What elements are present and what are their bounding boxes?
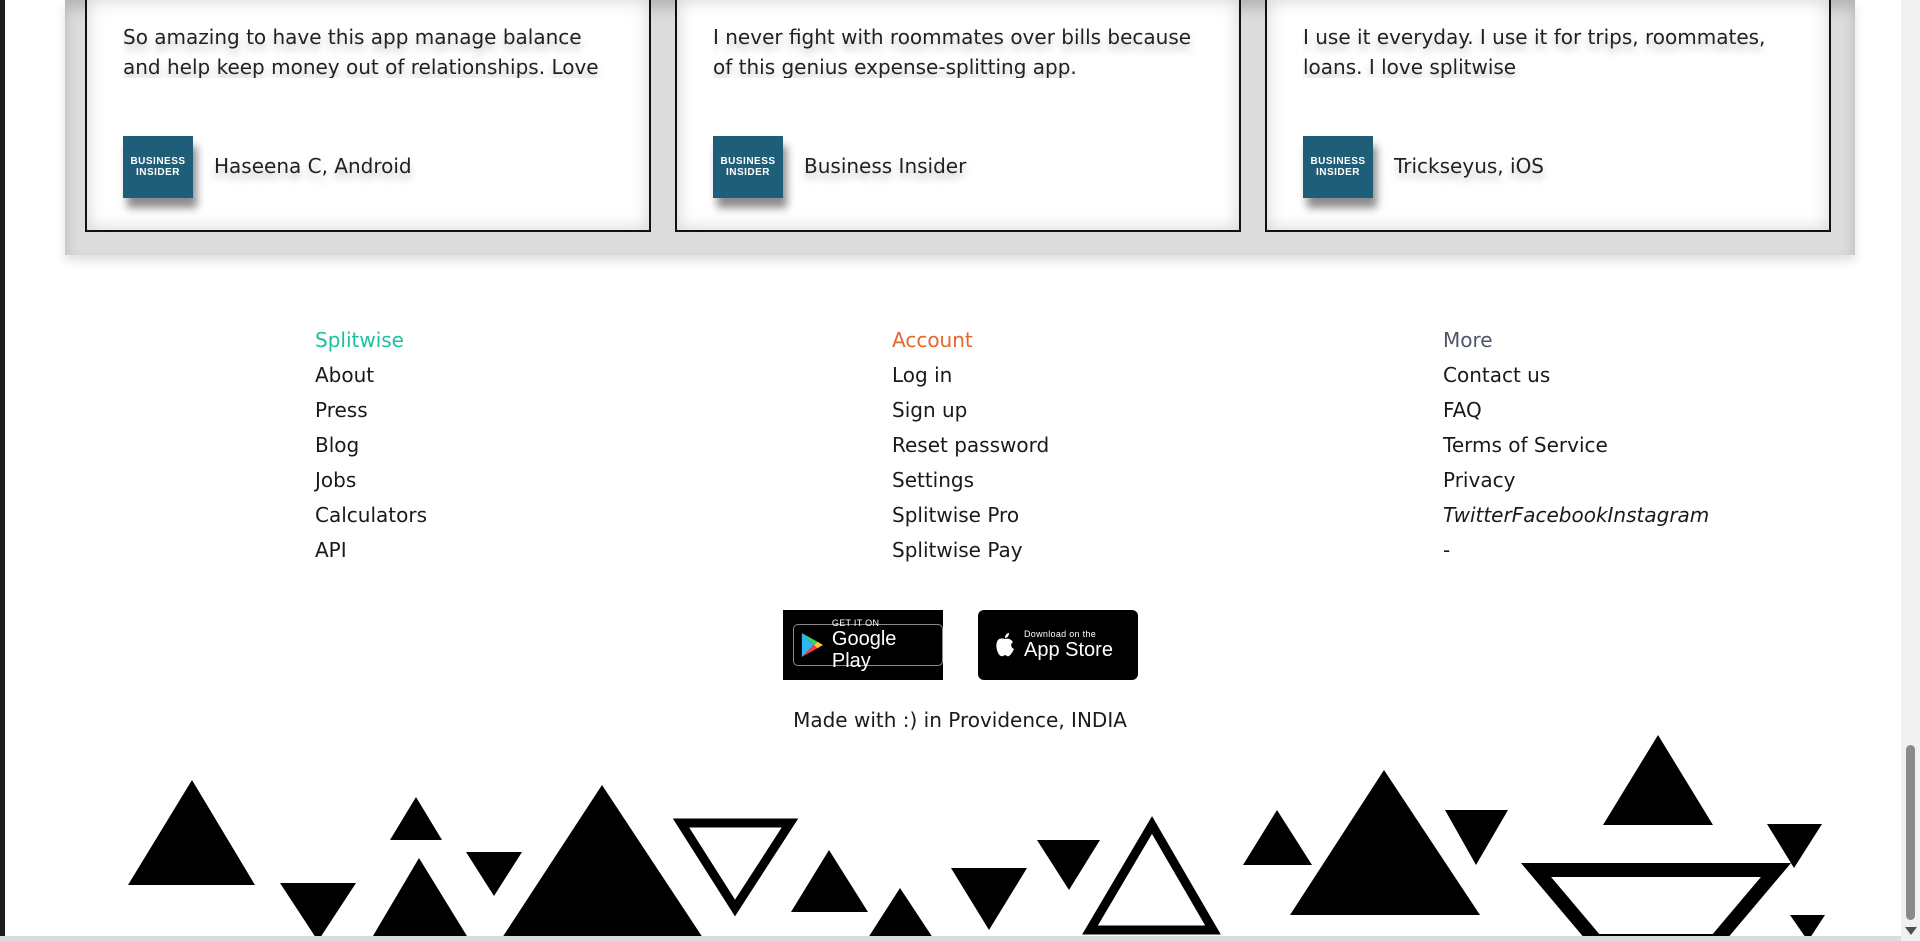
google-play-small-text: GET IT ON xyxy=(831,618,880,628)
vertical-scrollbar[interactable] xyxy=(1901,0,1920,941)
footer-link-press[interactable]: Press xyxy=(315,396,427,431)
footer-link-about[interactable]: About xyxy=(315,361,427,396)
social-links: TwitterFacebookInstagram xyxy=(1443,501,1709,536)
footer-link-settings[interactable]: Settings xyxy=(892,466,1049,501)
google-play-icon xyxy=(801,633,823,657)
avatar-label: BUSINESS INSIDER xyxy=(1310,156,1366,178)
footer-link-calculators[interactable]: Calculators xyxy=(315,501,427,536)
footer-link-contact-us[interactable]: Contact us xyxy=(1443,361,1709,396)
testimonial-quote: I use it everyday. I use it for trips, r… xyxy=(1303,25,1766,78)
scroll-down-arrow-icon[interactable] xyxy=(1905,927,1917,935)
footer-heading-splitwise: Splitwise xyxy=(315,328,404,352)
avatar-label: BUSINESS INSIDER xyxy=(720,156,776,178)
google-play-badge-inner: GET IT ON Google Play xyxy=(793,618,943,672)
testimonial-card: So amazing to have this app manage balan… xyxy=(85,0,651,232)
testimonials-section: So amazing to have this app manage balan… xyxy=(65,0,1855,255)
testimonial-author: Business Insider xyxy=(804,154,967,178)
footer-column-more: More Contact us FAQ Terms of Service Pri… xyxy=(1443,326,1709,571)
scrollbar-thumb[interactable] xyxy=(1906,745,1915,920)
apple-icon xyxy=(996,633,1014,657)
testimonial-card: I never fight with roommates over bills … xyxy=(675,0,1241,232)
footer-link-reset-password[interactable]: Reset password xyxy=(892,431,1049,466)
google-play-badge[interactable]: GET IT ON Google Play xyxy=(783,610,943,680)
social-link-twitter[interactable]: Twitter xyxy=(1443,503,1512,527)
social-link-facebook[interactable]: Facebook xyxy=(1512,503,1608,527)
business-insider-logo: BUSINESS INSIDER xyxy=(123,136,193,198)
footer-link-sign-up[interactable]: Sign up xyxy=(892,396,1049,431)
app-store-badge[interactable]: Download on the App Store xyxy=(978,610,1138,680)
footer-link-jobs[interactable]: Jobs xyxy=(315,466,427,501)
footer-link-faq[interactable]: FAQ xyxy=(1443,396,1709,431)
app-store-badge-inner: Download on the App Store xyxy=(988,624,1123,666)
testimonial-card: I use it everyday. I use it for trips, r… xyxy=(1265,0,1831,232)
app-store-small-text: Download on the xyxy=(1024,629,1097,639)
footer-dash: - xyxy=(1443,538,1451,562)
testimonial-quote: I never fight with roommates over bills … xyxy=(713,25,1192,78)
bottom-edge xyxy=(0,936,1901,941)
triangle-decoration xyxy=(128,735,1825,941)
page: So amazing to have this app manage balan… xyxy=(0,0,1920,941)
footer-heading-more: More xyxy=(1443,328,1493,352)
google-play-text: GET IT ON Google Play xyxy=(832,618,932,672)
avatar-label: BUSINESS INSIDER xyxy=(130,156,186,178)
footer-column-splitwise: Splitwise About Press Blog Jobs Calculat… xyxy=(315,326,427,571)
footer-link-terms-of-service[interactable]: Terms of Service xyxy=(1443,431,1709,466)
business-insider-logo: BUSINESS INSIDER xyxy=(713,136,783,198)
social-link-instagram[interactable]: Instagram xyxy=(1608,503,1710,527)
footer-link-privacy[interactable]: Privacy xyxy=(1443,466,1709,501)
testimonial-author: Haseena C, Android xyxy=(214,154,412,178)
business-insider-logo: BUSINESS INSIDER xyxy=(1303,136,1373,198)
footer-column-account: Account Log in Sign up Reset password Se… xyxy=(892,326,1049,571)
footer-link-blog[interactable]: Blog xyxy=(315,431,427,466)
footer-heading-account: Account xyxy=(892,328,973,352)
testimonial-author: Trickseyus, iOS xyxy=(1394,154,1544,178)
app-store-text: Download on the App Store xyxy=(1024,629,1113,661)
app-store-big-text: App Store xyxy=(1024,639,1113,661)
google-play-big-text: Google Play xyxy=(831,628,897,672)
footer-link-splitwise-pay[interactable]: Splitwise Pay xyxy=(892,536,1049,571)
footer-link-api[interactable]: API xyxy=(315,536,427,571)
testimonial-quote: So amazing to have this app manage balan… xyxy=(123,25,599,78)
footer-link-log-in[interactable]: Log in xyxy=(892,361,1049,396)
footer-link-splitwise-pro[interactable]: Splitwise Pro xyxy=(892,501,1049,536)
